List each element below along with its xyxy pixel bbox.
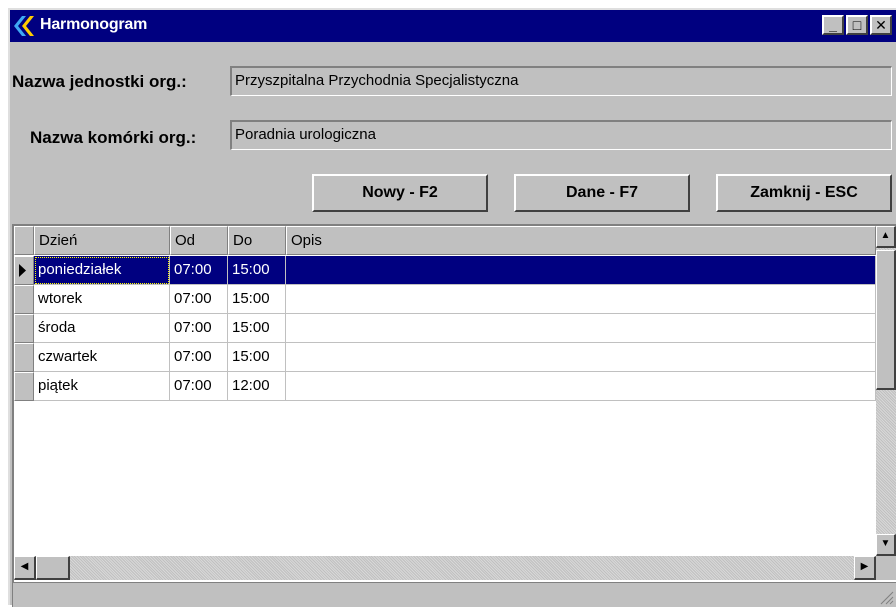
row-indicator[interactable] bbox=[14, 285, 34, 314]
cell-to[interactable]: 15:00 bbox=[228, 343, 286, 372]
status-bar bbox=[12, 582, 896, 607]
column-header-to[interactable]: Do bbox=[228, 226, 286, 255]
cell-desc[interactable] bbox=[286, 372, 876, 401]
table-row[interactable]: piątek 07:00 12:00 bbox=[14, 372, 876, 401]
row-indicator[interactable] bbox=[14, 372, 34, 401]
table-row[interactable]: środa 07:00 15:00 bbox=[14, 314, 876, 343]
column-header-desc[interactable]: Opis bbox=[286, 226, 876, 255]
scroll-up-button[interactable]: ▲ bbox=[876, 226, 896, 248]
scroll-left-button[interactable]: ◀ bbox=[14, 556, 36, 580]
column-header-day[interactable]: Dzień bbox=[34, 226, 170, 255]
cell-from[interactable]: 07:00 bbox=[170, 256, 228, 285]
cell-to[interactable]: 12:00 bbox=[228, 372, 286, 401]
cell-day[interactable]: poniedziałek bbox=[34, 256, 170, 285]
cell-day[interactable]: czwartek bbox=[34, 343, 170, 372]
grid-header: Dzień Od Do Opis bbox=[14, 226, 876, 256]
harmonogram-window: Harmonogram _ □ ✕ Nazwa jednostki org.: … bbox=[8, 8, 896, 607]
vertical-scrollbar[interactable]: ▲ ▼ bbox=[876, 226, 896, 556]
cell-to[interactable]: 15:00 bbox=[228, 256, 286, 285]
horizontal-scrollbar[interactable]: ◀ ▶ bbox=[14, 556, 876, 580]
scroll-right-button[interactable]: ▶ bbox=[854, 556, 876, 580]
table-row[interactable]: czwartek 07:00 15:00 bbox=[14, 343, 876, 372]
scrollbar-corner bbox=[876, 556, 896, 580]
title-bar[interactable]: Harmonogram _ □ ✕ bbox=[10, 10, 896, 42]
cell-day[interactable]: piątek bbox=[34, 372, 170, 401]
cell-label: Nazwa komórki org.: bbox=[30, 128, 197, 147]
current-row-arrow-icon bbox=[19, 264, 26, 277]
cell-desc[interactable] bbox=[286, 285, 876, 314]
unit-label: Nazwa jednostki org.: bbox=[12, 72, 187, 91]
cell-from[interactable]: 07:00 bbox=[170, 343, 228, 372]
table-row[interactable]: poniedziałek 07:00 15:00 bbox=[14, 256, 876, 285]
maximize-button[interactable]: □ bbox=[846, 15, 868, 35]
window-title: Harmonogram bbox=[40, 16, 148, 33]
minimize-button[interactable]: _ bbox=[822, 15, 844, 35]
data-button[interactable]: Dane - F7 bbox=[514, 174, 690, 212]
row-indicator[interactable] bbox=[14, 343, 34, 372]
table-row[interactable]: wtorek 07:00 15:00 bbox=[14, 285, 876, 314]
cell-to[interactable]: 15:00 bbox=[228, 285, 286, 314]
cell-desc[interactable] bbox=[286, 256, 876, 285]
cell-day[interactable]: wtorek bbox=[34, 285, 170, 314]
cell-desc[interactable] bbox=[286, 314, 876, 343]
cell-from[interactable]: 07:00 bbox=[170, 285, 228, 314]
header-corner bbox=[14, 226, 34, 255]
scroll-down-button[interactable]: ▼ bbox=[876, 534, 896, 556]
app-logo-icon bbox=[14, 16, 34, 36]
row-indicator[interactable] bbox=[14, 256, 34, 285]
horizontal-scroll-thumb[interactable] bbox=[36, 556, 70, 580]
cell-field[interactable]: Poradnia urologiczna bbox=[230, 120, 892, 150]
close-window-button[interactable]: ✕ bbox=[870, 15, 892, 35]
schedule-grid[interactable]: Dzień Od Do Opis poniedziałek 07:00 15:0… bbox=[12, 224, 896, 582]
column-header-from[interactable]: Od bbox=[170, 226, 228, 255]
close-button[interactable]: Zamknij - ESC bbox=[716, 174, 892, 212]
resize-grip-icon[interactable] bbox=[878, 589, 894, 605]
cell-from[interactable]: 07:00 bbox=[170, 372, 228, 401]
cell-to[interactable]: 15:00 bbox=[228, 314, 286, 343]
cell-desc[interactable] bbox=[286, 343, 876, 372]
new-button[interactable]: Nowy - F2 bbox=[312, 174, 488, 212]
cell-day[interactable]: środa bbox=[34, 314, 170, 343]
unit-field[interactable]: Przyszpitalna Przychodnia Specjalistyczn… bbox=[230, 66, 892, 96]
row-indicator[interactable] bbox=[14, 314, 34, 343]
vertical-scroll-thumb[interactable] bbox=[876, 250, 896, 390]
cell-from[interactable]: 07:00 bbox=[170, 314, 228, 343]
